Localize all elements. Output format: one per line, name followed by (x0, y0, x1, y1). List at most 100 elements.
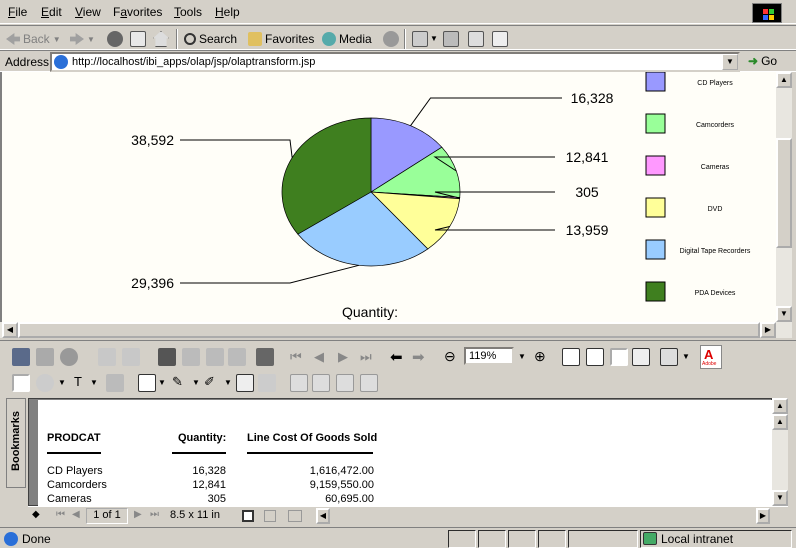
fit-page-icon[interactable] (586, 348, 604, 366)
bookmarks-tab[interactable]: Bookmarks (6, 398, 26, 488)
scroll-right-icon[interactable]: ▶ (756, 508, 770, 524)
print-icon[interactable] (36, 348, 54, 366)
last-page-icon[interactable]: ⏭ (360, 349, 372, 365)
menu-view[interactable]: View (75, 5, 101, 19)
scroll-left-icon[interactable]: ◀ (316, 508, 330, 524)
go-forward-icon[interactable]: ➡ (412, 348, 425, 366)
scroll-right-icon[interactable]: ▶ (760, 322, 776, 338)
menu-tools[interactable]: Tools (174, 5, 202, 19)
chevron-down-icon[interactable]: ▼ (722, 54, 738, 70)
go-button[interactable]: ➜ Go (748, 54, 777, 68)
previous-page-icon[interactable]: ◀ (314, 349, 324, 365)
back-button[interactable]: Back ▼ (6, 30, 61, 48)
acrobat-tools-toolbar: ▼ T ▼ ▼ ✎ ▼ ✐ ▼ (0, 372, 796, 396)
home-icon[interactable] (153, 31, 169, 47)
first-page-icon[interactable]: ⏮ (290, 349, 302, 365)
zoom-input[interactable]: 119% (464, 347, 514, 365)
chart-horizontal-scrollbar[interactable]: ◀ ▶ (0, 322, 792, 338)
rotate-icon[interactable] (632, 348, 650, 366)
highlight-icon[interactable]: ✐ (204, 374, 215, 390)
media-label: Media (339, 32, 372, 46)
panel-icon[interactable] (256, 348, 274, 366)
email-icon[interactable] (60, 348, 78, 366)
save-icon[interactable] (12, 348, 30, 366)
media-button[interactable]: Media (322, 30, 372, 48)
page-size: 8.5 x 11 in (170, 509, 220, 521)
actual-size-icon[interactable] (562, 348, 580, 366)
redo-icon[interactable] (122, 348, 140, 366)
next-page-icon[interactable]: ▶ (134, 509, 142, 520)
ie-page-icon (54, 55, 68, 69)
chart-vertical-scrollbar[interactable]: ▲ ▼ (776, 72, 792, 322)
page-next-icon[interactable] (228, 348, 246, 366)
chevron-down-icon[interactable]: ▼ (58, 378, 66, 387)
scroll-down-icon[interactable]: ▼ (772, 490, 788, 506)
first-page-icon[interactable]: ⏮ (56, 509, 65, 520)
chevron-down-icon[interactable]: ▼ (192, 378, 200, 387)
fit-width-icon[interactable] (610, 348, 628, 366)
hand-tool-icon[interactable] (12, 374, 30, 392)
mail-icon[interactable] (412, 31, 428, 47)
continuous-icon[interactable] (264, 510, 276, 522)
menu-help[interactable]: Help (215, 5, 240, 19)
address-input[interactable]: http://localhost/ibi_apps/olap/jsp/olapt… (50, 52, 740, 72)
page-indicator[interactable]: 1 of 1 (86, 508, 128, 524)
stop-icon[interactable] (107, 31, 123, 47)
acrobat-toolbar: ⏮ ◀ ▶ ⏭ ⬅ ➡ ⊖ ▼ ⊕ ▼ A Adobe (0, 340, 796, 372)
text-select-icon[interactable]: T (74, 374, 82, 389)
print-icon[interactable] (443, 31, 459, 47)
search-icon[interactable] (182, 348, 200, 366)
favorites-button[interactable]: Favorites (248, 30, 314, 48)
chevron-down-icon[interactable]: ▼ (224, 378, 232, 387)
note-icon[interactable] (138, 374, 156, 392)
export-icon[interactable] (660, 348, 678, 366)
scroll-left-icon[interactable]: ◀ (2, 322, 18, 338)
doc-icon-3[interactable] (336, 374, 354, 392)
find-icon[interactable] (158, 348, 176, 366)
chevron-down-icon: ▼ (52, 34, 61, 44)
menu-edit[interactable]: Edit (41, 5, 62, 19)
scroll-up-icon[interactable]: ▲ (772, 398, 788, 414)
zoom-in-icon[interactable]: ⊕ (534, 348, 546, 365)
chevron-down-icon[interactable]: ▼ (682, 352, 690, 361)
next-page-icon[interactable]: ▶ (338, 349, 348, 365)
chevron-down-icon[interactable]: ▼ (158, 378, 166, 387)
pencil-icon[interactable]: ✎ (172, 374, 183, 390)
sign-icon[interactable] (258, 374, 276, 392)
doc-icon-2[interactable] (312, 374, 330, 392)
scroll-up-icon[interactable]: ▲ (772, 414, 788, 430)
scroll-down-icon[interactable]: ▼ (776, 306, 792, 322)
undo-icon[interactable] (98, 348, 116, 366)
menu-file[interactable]: File (8, 5, 27, 19)
doc-icon-1[interactable] (290, 374, 308, 392)
scroll-thumb[interactable] (18, 322, 760, 338)
scroll-up-icon[interactable]: ▲ (776, 72, 792, 88)
spell-check-icon[interactable] (236, 374, 254, 392)
split-icon[interactable]: ◆ (32, 509, 40, 520)
go-back-icon[interactable]: ⬅ (390, 348, 403, 366)
chevron-down-icon[interactable]: ▼ (430, 34, 438, 43)
last-page-icon[interactable]: ⏭ (150, 509, 159, 520)
forward-button[interactable]: ▼ (70, 30, 95, 48)
doc-icon-4[interactable] (360, 374, 378, 392)
menu-favorites[interactable]: Favorites (113, 5, 162, 19)
single-page-icon[interactable] (242, 510, 254, 522)
chevron-down-icon[interactable]: ▼ (518, 352, 526, 361)
snapshot-icon[interactable] (106, 374, 124, 392)
pdf-vertical-scrollbar[interactable]: ▲ ▲ ▼ (772, 398, 788, 506)
facing-icon[interactable] (288, 510, 302, 522)
edit-icon[interactable] (468, 31, 484, 47)
adobe-logo[interactable]: A Adobe (700, 345, 722, 369)
leader-line (180, 139, 293, 158)
search-button[interactable]: Search (184, 30, 237, 48)
refresh-icon[interactable] (130, 31, 146, 47)
zoom-tool-icon[interactable] (36, 374, 54, 392)
scroll-thumb[interactable] (776, 138, 792, 248)
table-cell: 1,616,472.00 (309, 465, 374, 477)
page-prev-icon[interactable] (206, 348, 224, 366)
zoom-out-icon[interactable]: ⊖ (444, 348, 456, 365)
history-icon[interactable] (383, 31, 399, 47)
discuss-icon[interactable] (492, 31, 508, 47)
chevron-down-icon[interactable]: ▼ (90, 378, 98, 387)
previous-page-icon[interactable]: ◀ (72, 509, 80, 520)
